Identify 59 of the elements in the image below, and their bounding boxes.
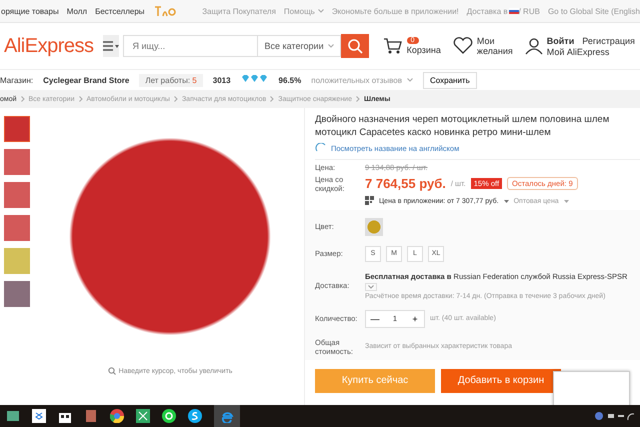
store-years: Лет работы: 5 (139, 74, 203, 86)
thumbnail-photo-placeholder[interactable] (4, 149, 30, 175)
menu-button[interactable] (103, 35, 120, 57)
spreadsheet-icon[interactable] (136, 409, 150, 423)
browser-icon[interactable] (214, 405, 240, 427)
wishlist-link[interactable]: Мои желания (476, 36, 513, 56)
thumbnail-photo-placeholder[interactable] (4, 215, 30, 241)
caret-icon (318, 9, 324, 13)
thumbnail-photo-placeholder[interactable] (4, 182, 30, 208)
decrease-button[interactable]: — (366, 314, 384, 324)
tray-icons-drawing[interactable] (594, 410, 634, 422)
product-title: Двойного назначения череп мотоциклетный шлем половина шлем мотоцикл Capacetes каско новинка ретро мини-шлем (315, 114, 610, 140)
chrome-icon[interactable] (110, 409, 124, 423)
my-aliexpress-link[interactable]: Мой AliExpress (546, 46, 635, 56)
top-link[interactable]: Молл (66, 6, 88, 16)
chevron-icon (270, 96, 274, 102)
user-icon[interactable] (524, 37, 543, 55)
chevron-icon (20, 96, 25, 102)
dropdown-icon[interactable] (365, 282, 377, 291)
menu-icon (103, 41, 120, 51)
currency-text: / RUB (518, 6, 540, 16)
category-dropdown[interactable]: Все категории (258, 35, 341, 57)
thumbnail-photo-placeholder[interactable] (4, 248, 30, 274)
login-link[interactable]: Войти (546, 36, 574, 46)
dropbox-icon[interactable] (32, 409, 46, 423)
increase-button[interactable]: + (406, 314, 424, 324)
save-button[interactable]: Сохранить (422, 72, 477, 88)
heart-icon[interactable] (452, 37, 473, 55)
caret-icon (328, 44, 334, 48)
magnifier-icon (108, 367, 116, 375)
store-label: Магазин: (0, 76, 34, 84)
chevron-icon (174, 96, 178, 102)
search-button[interactable] (340, 34, 369, 58)
top-link[interactable]: Бестселлеры (95, 6, 145, 16)
search-icon (346, 38, 363, 54)
store-score: 3013 (212, 76, 231, 84)
thumbnail-photo-placeholder[interactable] (4, 116, 30, 142)
cart-icon[interactable] (382, 37, 403, 55)
chevron-icon (356, 96, 360, 102)
register-link[interactable]: Регистрация (582, 36, 635, 46)
app-icon[interactable] (84, 409, 98, 423)
color-swatch-photo-placeholder[interactable] (365, 218, 383, 236)
cart-label[interactable]: Корзина (406, 45, 441, 55)
thumbnail-photo-placeholder[interactable] (4, 281, 30, 307)
store-name[interactable]: Cyclegear Brand Store (43, 76, 130, 84)
mail-icon[interactable] (162, 409, 176, 423)
skype-icon[interactable] (188, 409, 202, 423)
caret-icon (406, 78, 413, 82)
caret-icon (504, 200, 509, 203)
caret-icon (564, 200, 569, 203)
search-field[interactable]: Я ищу... (123, 35, 258, 57)
logo[interactable]: AliExpress (4, 34, 94, 58)
window-icon[interactable] (6, 409, 20, 423)
chevron-icon (78, 96, 83, 102)
feedback-percent: 96.5% (278, 76, 302, 84)
sale-price: 7 764,55 руб. (365, 176, 446, 192)
qr-code-icon (365, 196, 374, 207)
top-link[interactable]: орящие товары (1, 6, 59, 16)
flag-icon (508, 8, 519, 14)
